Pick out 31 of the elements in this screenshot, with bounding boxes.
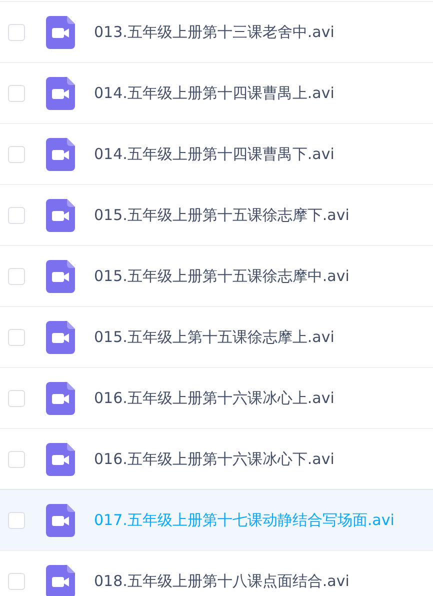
file-name: 017.五年级上册第十七课动静结合写场面.avi — [94, 510, 394, 530]
video-file-icon — [46, 138, 75, 170]
video-file-icon — [46, 320, 75, 354]
checkbox[interactable] — [8, 572, 25, 590]
file-name: 014.五年级上册第十四课曹禺上.avi — [94, 84, 334, 102]
checkbox[interactable] — [8, 450, 25, 468]
video-file-icon — [46, 382, 75, 414]
video-file-icon — [46, 504, 75, 536]
file-name: 015.五年级上册第十五课徐志摩下.avi — [94, 206, 350, 224]
checkbox[interactable] — [8, 268, 25, 284]
file-name: 015.五年级上第十五课徐志摩上.avi — [94, 328, 334, 346]
file-row[interactable]: 018.五年级上册第十八课点面结合.avi — [0, 550, 433, 596]
file-name: 018.五年级上册第十八课点面结合.avi — [94, 572, 350, 590]
file-name: 016.五年级上册第十六课冰心下.avi — [94, 450, 334, 468]
file-name: 014.五年级上册第十四课曹禺下.avi — [94, 144, 334, 164]
file-name: 015.五年级上册第十五课徐志摩中.avi — [94, 266, 350, 286]
checkbox[interactable] — [8, 328, 25, 346]
video-file-icon — [46, 564, 75, 596]
checkbox[interactable] — [8, 24, 25, 40]
checkbox[interactable] — [8, 206, 25, 224]
file-name: 013.五年级上册第十三课老舍中.avi — [94, 22, 334, 42]
video-file-icon — [46, 442, 75, 476]
file-name: 016.五年级上册第十六课冰心上.avi — [94, 388, 334, 408]
video-file-icon — [46, 198, 75, 232]
video-file-icon — [46, 16, 75, 48]
checkbox[interactable] — [8, 390, 25, 406]
checkbox[interactable] — [8, 146, 25, 162]
checkbox[interactable] — [8, 512, 25, 528]
checkbox[interactable] — [8, 84, 25, 102]
video-file-icon — [46, 76, 75, 110]
video-file-icon — [46, 260, 75, 292]
